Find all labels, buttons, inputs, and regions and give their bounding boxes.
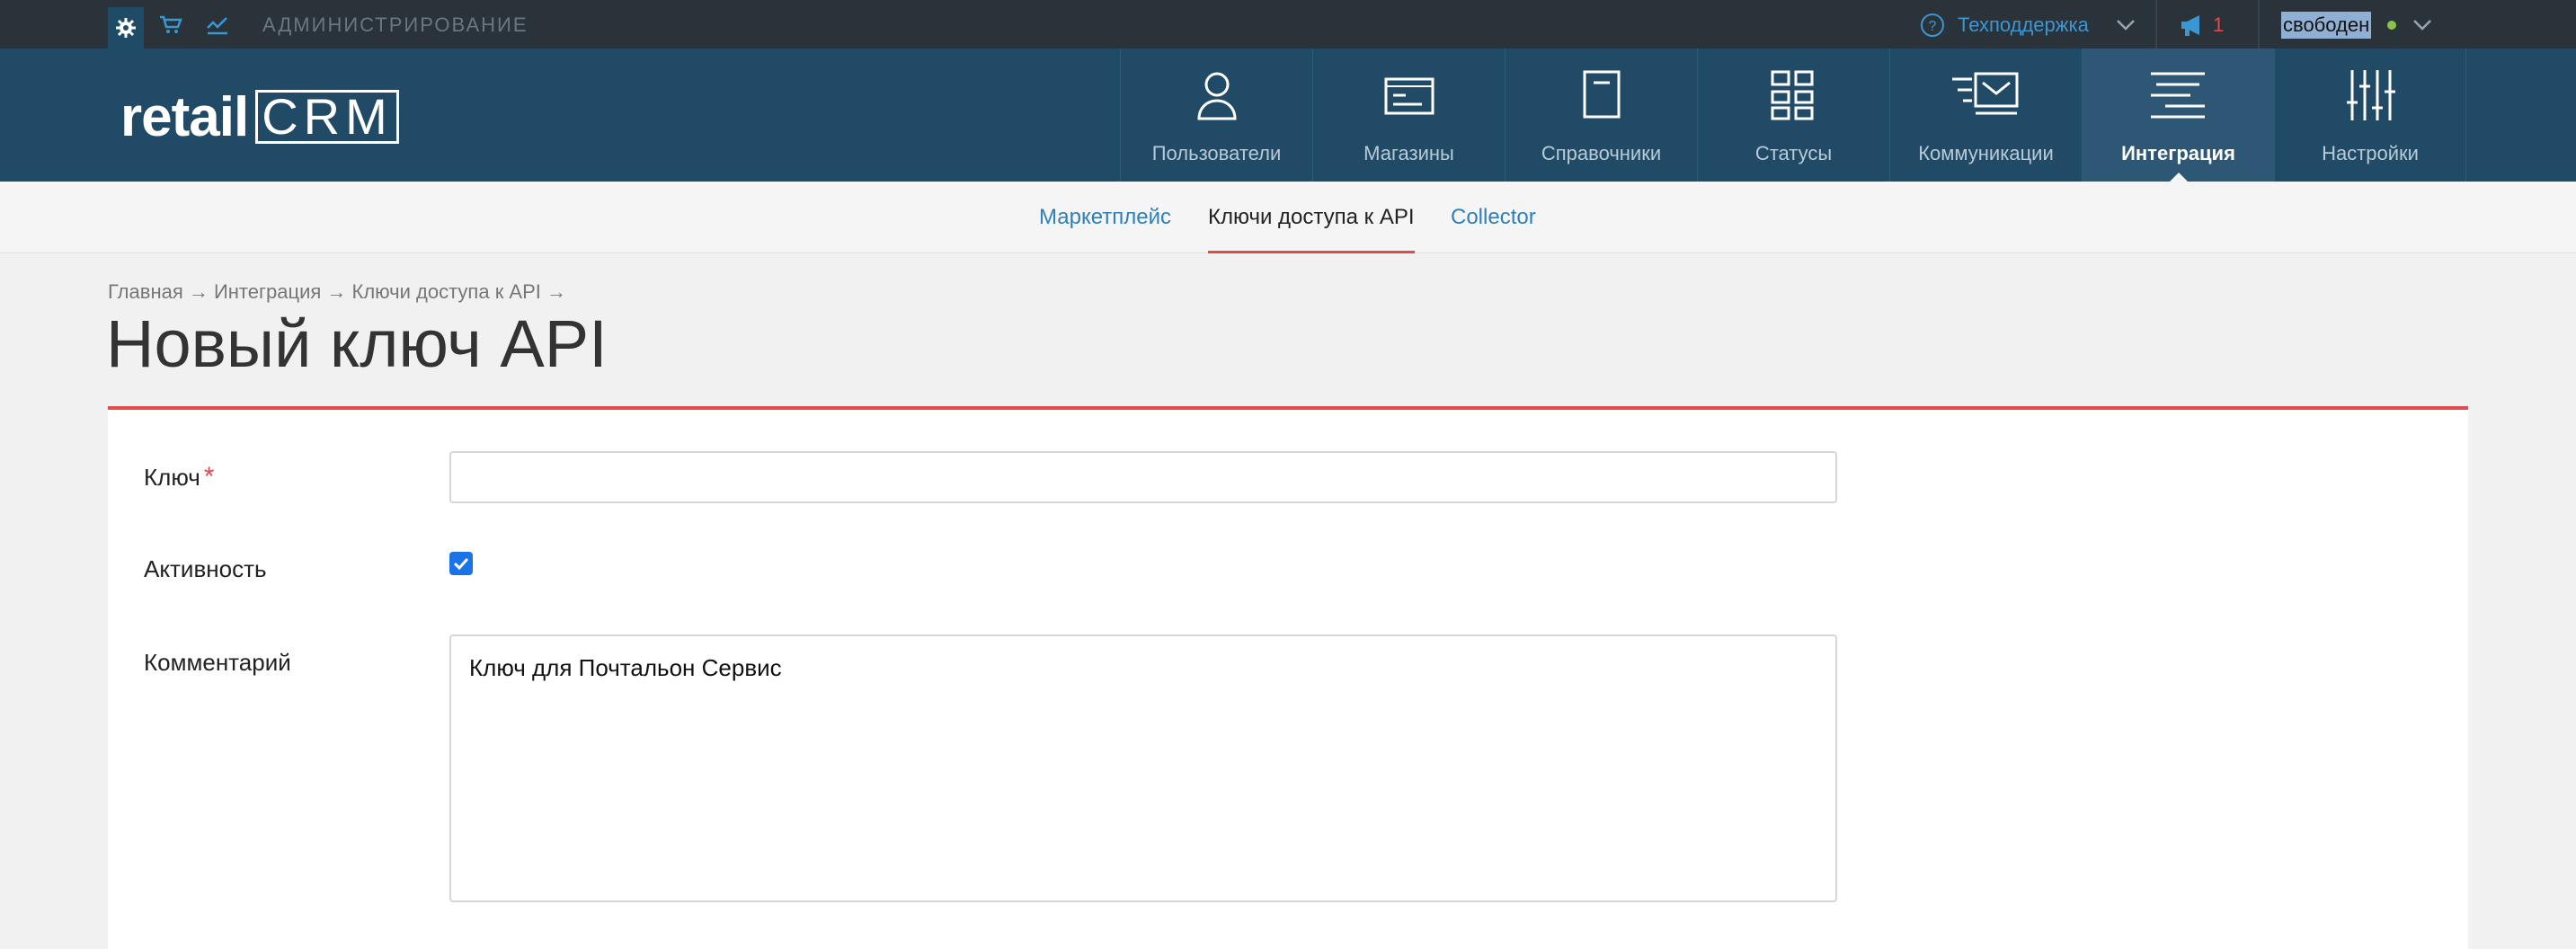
- nav-item-label: Коммуникации: [1918, 142, 2054, 164]
- chevron-down-icon: [2116, 20, 2135, 31]
- main-header: retail CRM Пользователи Магазины Справочн…: [0, 49, 2576, 182]
- analytics-icon[interactable]: [200, 7, 235, 43]
- store-icon: [1384, 77, 1434, 115]
- chevron-down-icon: [2413, 20, 2432, 31]
- key-label-text: Ключ: [144, 464, 200, 491]
- key-input[interactable]: [449, 451, 1837, 503]
- nav-item-label: Пользователи: [1151, 142, 1282, 164]
- tab-marketplace[interactable]: Маркетплейс: [1039, 205, 1171, 253]
- notifications-button[interactable]: 1: [2179, 7, 2224, 43]
- required-asterisk: *: [203, 462, 215, 492]
- api-key-form: Ключ * Активность Комментарий Ключ для По…: [108, 406, 2468, 949]
- nav-item-label: Статусы: [1754, 142, 1833, 164]
- svg-text:?: ?: [1929, 19, 1937, 34]
- nav-item-label: Справочники: [1541, 142, 1662, 164]
- integration-icon: [2150, 72, 2205, 119]
- sub-nav: Маркетплейс Ключи доступа к API Collecto…: [0, 182, 2576, 253]
- settings-sliders-icon: [2347, 70, 2395, 120]
- active-field-label: Активность: [144, 555, 267, 582]
- megaphone-icon: [2181, 15, 2199, 36]
- logo-text-crm: CRM: [255, 90, 399, 144]
- comment-textarea[interactable]: Ключ для Почтальон Сервис: [449, 634, 1837, 902]
- retailcrm-logo[interactable]: retail CRM: [120, 86, 399, 148]
- topbar-divider: [2258, 0, 2260, 49]
- nav-item-label: Интеграция: [2121, 142, 2235, 164]
- nav-item-communications[interactable]: Коммуникации: [1889, 49, 2082, 182]
- key-field-label: Ключ *: [144, 462, 214, 492]
- tab-api-keys[interactable]: Ключи доступа к API: [1208, 205, 1415, 253]
- nav-item-stores[interactable]: Магазины: [1312, 49, 1505, 182]
- support-label: Техподдержка: [1958, 13, 2089, 36]
- support-menu[interactable]: ? Техподдержка: [1920, 7, 2136, 43]
- active-checkbox[interactable]: [449, 552, 473, 575]
- topbar-divider: [2155, 0, 2157, 49]
- reference-icon: [1583, 70, 1620, 119]
- help-circle-icon: ?: [1921, 13, 1944, 37]
- communications-icon: [1951, 72, 2018, 115]
- notifications-count: 1: [2213, 13, 2225, 36]
- nav-item-settings[interactable]: Настройки: [2274, 49, 2466, 182]
- top-bar: АДМИНИСТРИРОВАНИЕ ? Техподдержка 1 свобо…: [0, 0, 2576, 49]
- user-icon: [1196, 72, 1237, 120]
- admin-section-label: АДМИНИСТРИРОВАНИЕ: [262, 13, 529, 36]
- nav-item-label: Настройки: [2322, 142, 2419, 164]
- comment-field-label: Комментарий: [144, 649, 291, 676]
- page-title: Новый ключ API: [106, 306, 608, 381]
- nav-item-references[interactable]: Справочники: [1505, 49, 1697, 182]
- breadcrumb[interactable]: Главная → Интеграция → Ключи доступа к A…: [108, 280, 566, 304]
- statuses-icon: [1771, 70, 1813, 120]
- nav-item-users[interactable]: Пользователи: [1120, 49, 1312, 182]
- checkmark-icon: [453, 557, 469, 570]
- tab-collector[interactable]: Collector: [1451, 205, 1536, 253]
- user-status-menu[interactable]: свободен: [2281, 7, 2432, 43]
- nav-item-statuses[interactable]: Статусы: [1697, 49, 1889, 182]
- nav-item-label: Магазины: [1364, 142, 1454, 164]
- cart-icon[interactable]: [153, 7, 189, 43]
- logo-text: retail: [120, 85, 249, 148]
- main-nav: Пользователи Магазины Справочники Статус…: [1120, 49, 2466, 182]
- status-indicator-dot: [2387, 21, 2397, 30]
- nav-item-integration[interactable]: Интеграция: [2082, 49, 2274, 182]
- gear-icon[interactable]: [108, 7, 144, 49]
- user-status-label: свободен: [2281, 12, 2372, 39]
